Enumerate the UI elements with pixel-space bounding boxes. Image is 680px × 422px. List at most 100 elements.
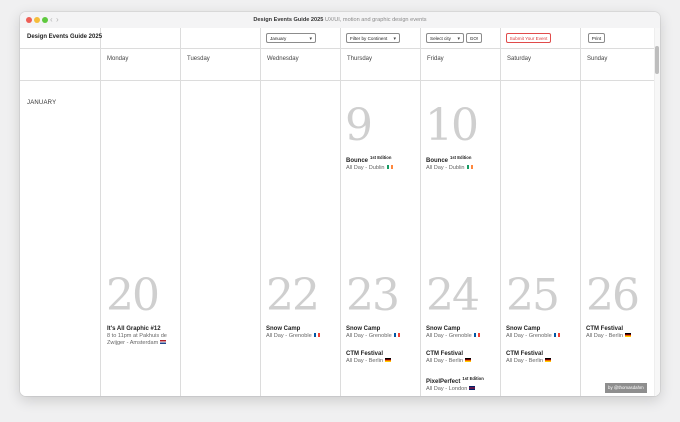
day-header-saturday: Saturday <box>507 56 532 62</box>
event-item[interactable]: Bounce1st Edition All Day - Dublin <box>346 154 420 172</box>
event-name: PixelPerfect1st Edition <box>426 375 500 386</box>
event-title: CTM Festival <box>346 351 384 357</box>
event-item[interactable]: CTM Festival All Day - Berlin <box>426 351 500 365</box>
event-time-location: All Day - Berlin <box>506 358 543 364</box>
event-title: PixelPerfect <box>426 379 461 385</box>
column-divider <box>340 28 341 396</box>
event-name: Bounce1st Edition <box>346 154 420 165</box>
chevron-down-icon: ▾ <box>393 36 396 42</box>
column-divider <box>580 28 581 396</box>
chevron-down-icon: ▾ <box>309 36 312 42</box>
scrollbar-track[interactable] <box>654 28 660 396</box>
event-title: It's All Graphic #12 <box>107 326 161 332</box>
continent-filter-value: Filter by Continent <box>350 36 388 41</box>
event-meta: All Day - Dublin <box>426 165 500 172</box>
day-header-friday: Friday <box>427 56 444 62</box>
event-item[interactable]: Snow Camp All Day - Grenoble <box>346 326 420 340</box>
day-header-tuesday: Tuesday <box>187 56 210 62</box>
event-time-location: All Day - Berlin <box>586 333 623 339</box>
event-item[interactable]: CTM Festival All Day - Berlin <box>586 326 660 340</box>
column-divider <box>260 28 261 396</box>
event-meta: All Day - Dublin <box>346 165 420 172</box>
month-select[interactable]: January ▾ <box>266 33 316 43</box>
credit-badge[interactable]: by @thomasdahm <box>605 383 647 393</box>
guide-title: Design Events Guide 2025 <box>27 34 103 40</box>
event-title: CTM Festival <box>586 326 624 332</box>
event-meta: All Day - Berlin <box>426 358 500 365</box>
event-time-location: All Day - Dublin <box>346 165 385 171</box>
event-title: CTM Festival <box>426 351 464 357</box>
uk-flag-icon <box>469 386 476 390</box>
event-item[interactable]: Snow Camp All Day - Grenoble <box>426 326 500 340</box>
day-header-thursday: Thursday <box>347 56 373 62</box>
calendar-page: Design Events Guide 2025 January ▾ Filte… <box>20 28 660 396</box>
event-time-location: All Day - Grenoble <box>506 333 552 339</box>
event-time-location: All Day - Grenoble <box>426 333 472 339</box>
date-number: 25 <box>506 270 560 321</box>
date-number: 9 <box>345 100 373 151</box>
event-item[interactable]: CTM Festival All Day - Berlin <box>346 351 420 365</box>
window-title: Design Events Guide 2025 UX/UI, motion a… <box>20 15 660 25</box>
go-button[interactable]: GO! <box>466 33 482 43</box>
scrollbar-thumb[interactable] <box>655 46 659 74</box>
event-item[interactable]: CTM Festival All Day - Berlin <box>506 351 580 365</box>
france-flag-icon <box>553 333 560 337</box>
germany-flag-icon <box>385 358 391 362</box>
submit-event-button[interactable]: Submit Your Event <box>506 33 551 43</box>
window-title-sub: UX/UI, motion and graphic design events <box>324 17 427 23</box>
continent-filter-select[interactable]: Filter by Continent ▾ <box>346 33 400 43</box>
france-flag-icon <box>393 333 400 337</box>
title-bar: ‹ › Design Events Guide 2025 UX/UI, moti… <box>20 12 660 29</box>
column-divider <box>420 28 421 396</box>
date-number: 24 <box>426 270 480 321</box>
event-item[interactable]: Bounce1st Edition All Day - Dublin <box>426 154 500 172</box>
event-meta: All Day - Berlin <box>586 333 660 340</box>
city-select-value: Select city <box>430 36 451 41</box>
germany-flag-icon <box>625 333 631 337</box>
header-divider <box>20 48 654 49</box>
event-time-location: All Day - London <box>426 386 468 392</box>
event-item[interactable]: Snow Camp All Day - Grenoble <box>506 326 580 340</box>
event-item[interactable]: PixelPerfect1st Edition All Day - London <box>426 375 500 393</box>
event-item[interactable]: Snow Camp All Day - Grenoble <box>266 326 340 340</box>
event-meta: All Day - London <box>426 386 500 393</box>
date-number: 20 <box>106 270 160 321</box>
event-time-location: 8 to 11pm at Pakhuis de Zwijger - Amster… <box>107 333 167 346</box>
edition-badge: 1st Edition <box>450 155 472 160</box>
date-number: 23 <box>346 270 400 321</box>
date-number: 22 <box>266 270 320 321</box>
event-title: Snow Camp <box>266 326 301 332</box>
germany-flag-icon <box>465 358 471 362</box>
chevron-down-icon: ▾ <box>457 36 460 42</box>
germany-flag-icon <box>545 358 551 362</box>
event-time-location: All Day - Dublin <box>426 165 465 171</box>
edition-badge: 1st Edition <box>462 376 484 381</box>
column-divider <box>100 28 101 396</box>
france-flag-icon <box>473 333 480 337</box>
event-meta: All Day - Grenoble <box>346 333 420 340</box>
edition-badge: 1st Edition <box>370 155 392 160</box>
window-title-main: Design Events Guide 2025 <box>253 17 324 23</box>
event-meta: All Day - Grenoble <box>266 333 340 340</box>
month-label: JANUARY <box>27 100 57 106</box>
day-header-sunday: Sunday <box>587 56 608 62</box>
ireland-flag-icon <box>466 165 473 169</box>
netherlands-flag-icon <box>160 340 167 344</box>
event-meta: All Day - Berlin <box>346 358 420 365</box>
day-header-wednesday: Wednesday <box>267 56 299 62</box>
event-title: Bounce <box>346 158 369 164</box>
event-time-location: All Day - Berlin <box>346 358 383 364</box>
city-select[interactable]: Select city ▾ <box>426 33 464 43</box>
event-title: CTM Festival <box>506 351 544 357</box>
event-meta: All Day - Grenoble <box>426 333 500 340</box>
event-meta: All Day - Grenoble <box>506 333 580 340</box>
ireland-flag-icon <box>386 165 393 169</box>
day-header-monday: Monday <box>107 56 129 62</box>
print-button[interactable]: Print <box>588 33 605 43</box>
event-meta: 8 to 11pm at Pakhuis de Zwijger - Amster… <box>107 333 181 347</box>
event-time-location: All Day - Grenoble <box>266 333 312 339</box>
france-flag-icon <box>313 333 320 337</box>
dayname-divider <box>20 80 654 81</box>
event-item[interactable]: It's All Graphic #12 8 to 11pm at Pakhui… <box>107 326 181 347</box>
event-title: Snow Camp <box>426 326 461 332</box>
